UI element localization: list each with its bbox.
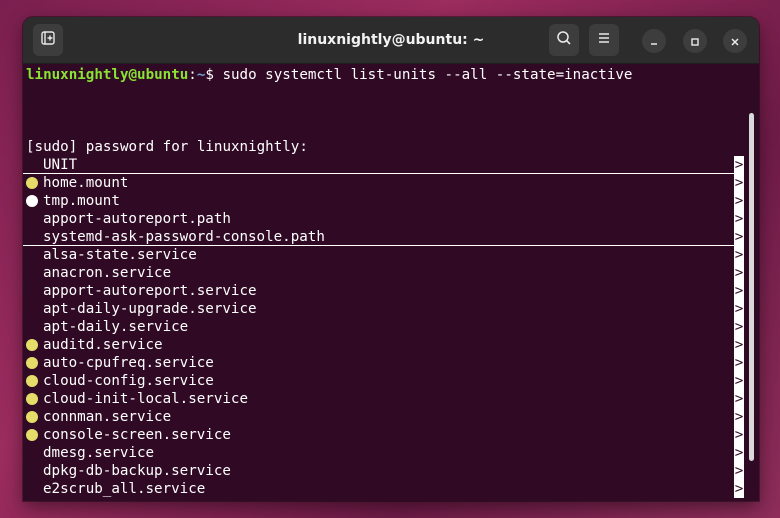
truncation-arrow: > <box>734 246 744 264</box>
unit-row: apt-daily.service > <box>23 318 744 336</box>
unit-row: dmesg.service > <box>23 444 744 462</box>
truncation-arrow: > <box>734 444 744 462</box>
unit-row: home.mount > <box>23 174 744 192</box>
unit-row: apport-autoreport.path > <box>23 210 744 228</box>
unit-row: auto-cpufreq.service > <box>23 354 744 372</box>
truncation-arrow: > <box>734 390 744 408</box>
unit-name: e2scrub_all.service <box>43 481 206 497</box>
unit-row: auditd.service > <box>23 336 744 354</box>
terminal-output[interactable]: linuxnightly@ubuntu:~$ sudo systemctl li… <box>23 63 759 501</box>
command-text: sudo systemctl list-units --all --state=… <box>213 67 633 83</box>
command-line: linuxnightly@ubuntu:~$ sudo systemctl li… <box>26 66 632 84</box>
unit-row: e2scrub_all.service > <box>23 480 744 498</box>
close-button[interactable] <box>723 29 747 53</box>
close-icon <box>730 32 740 51</box>
unit-name: apport-autoreport.service <box>43 283 257 299</box>
unit-name: anacron.service <box>43 265 172 281</box>
unit-header-row: UNIT > <box>23 156 744 174</box>
prompt-colon: : <box>188 67 197 83</box>
hamburger-menu-icon <box>596 30 612 50</box>
unit-row: anacron.service > <box>23 264 744 282</box>
scrollbar[interactable] <box>749 113 754 461</box>
unit-name: alsa-state.service <box>43 247 197 263</box>
search-button[interactable] <box>549 24 579 56</box>
truncation-arrow: > <box>734 318 744 336</box>
unit-row: alsa-state.service > <box>23 246 744 264</box>
maximize-icon <box>690 32 700 51</box>
unit-row: cloud-config.service > <box>23 372 744 390</box>
unit-row: connman.service > <box>23 408 744 426</box>
status-dot-icon <box>26 339 38 351</box>
unit-name: apport-autoreport.path <box>43 211 231 227</box>
unit-name: auto-cpufreq.service <box>43 355 214 371</box>
status-dot-icon <box>26 411 38 423</box>
selected-row-underline <box>23 245 735 246</box>
terminal-window: linuxnightly@ubuntu: ~ linuxnightly@ubun… <box>23 17 759 501</box>
truncation-arrow: > <box>734 426 744 444</box>
status-dot-icon <box>26 195 38 207</box>
minimize-icon <box>649 32 659 51</box>
unit-name: dpkg-db-backup.service <box>43 463 231 479</box>
unit-row: cloud-init-local.service > <box>23 390 744 408</box>
prompt-user-host: linuxnightly@ubuntu <box>26 67 189 83</box>
search-icon <box>556 30 572 50</box>
truncation-arrow: > <box>734 228 744 246</box>
unit-column-header: UNIT <box>43 157 78 173</box>
truncation-arrow: > <box>734 372 744 390</box>
status-dot-icon <box>26 375 38 387</box>
unit-row: apt-daily-upgrade.service > <box>23 300 744 318</box>
unit-row: systemd-ask-password-console.path > <box>23 228 744 246</box>
truncation-arrow: > <box>734 264 744 282</box>
unit-name: systemd-ask-password-console.path <box>43 229 325 245</box>
truncation-arrow: > <box>734 210 744 228</box>
prompt-symbol: $ <box>205 67 214 83</box>
unit-name: cloud-init-local.service <box>43 391 248 407</box>
menu-button[interactable] <box>589 24 619 56</box>
unit-row: console-screen.service > <box>23 426 744 444</box>
status-dot-icon <box>26 393 38 405</box>
unit-name: console-screen.service <box>43 427 231 443</box>
unit-name: cloud-config.service <box>43 373 214 389</box>
status-dot-icon <box>26 357 38 369</box>
truncation-arrow: > <box>734 156 744 174</box>
truncation-arrow: > <box>734 480 744 498</box>
unit-name: apt-daily-upgrade.service <box>43 301 257 317</box>
truncation-arrow: > <box>734 354 744 372</box>
unit-name: auditd.service <box>43 337 163 353</box>
unit-name: apt-daily.service <box>43 319 189 335</box>
unit-row: dpkg-db-backup.service > <box>23 462 744 480</box>
unit-name: tmp.mount <box>43 193 120 209</box>
unit-name: home.mount <box>43 175 129 191</box>
unit-row: apport-autoreport.service > <box>23 282 744 300</box>
sudo-password-prompt: [sudo] password for linuxnightly: <box>26 139 308 155</box>
truncation-arrow: > <box>734 282 744 300</box>
status-dot-icon <box>26 177 38 189</box>
unit-row: tmp.mount > <box>23 192 744 210</box>
truncation-arrow: > <box>734 462 744 480</box>
truncation-arrow: > <box>734 192 744 210</box>
title-bar: linuxnightly@ubuntu: ~ <box>23 17 759 64</box>
truncation-arrow: > <box>734 300 744 318</box>
unit-name: connman.service <box>43 409 172 425</box>
maximize-button[interactable] <box>683 29 707 53</box>
status-dot-icon <box>26 429 38 441</box>
minimize-button[interactable] <box>642 29 666 53</box>
truncation-arrow: > <box>734 408 744 426</box>
truncation-arrow: > <box>734 174 744 192</box>
truncation-arrow: > <box>734 336 744 354</box>
unit-name: dmesg.service <box>43 445 155 461</box>
